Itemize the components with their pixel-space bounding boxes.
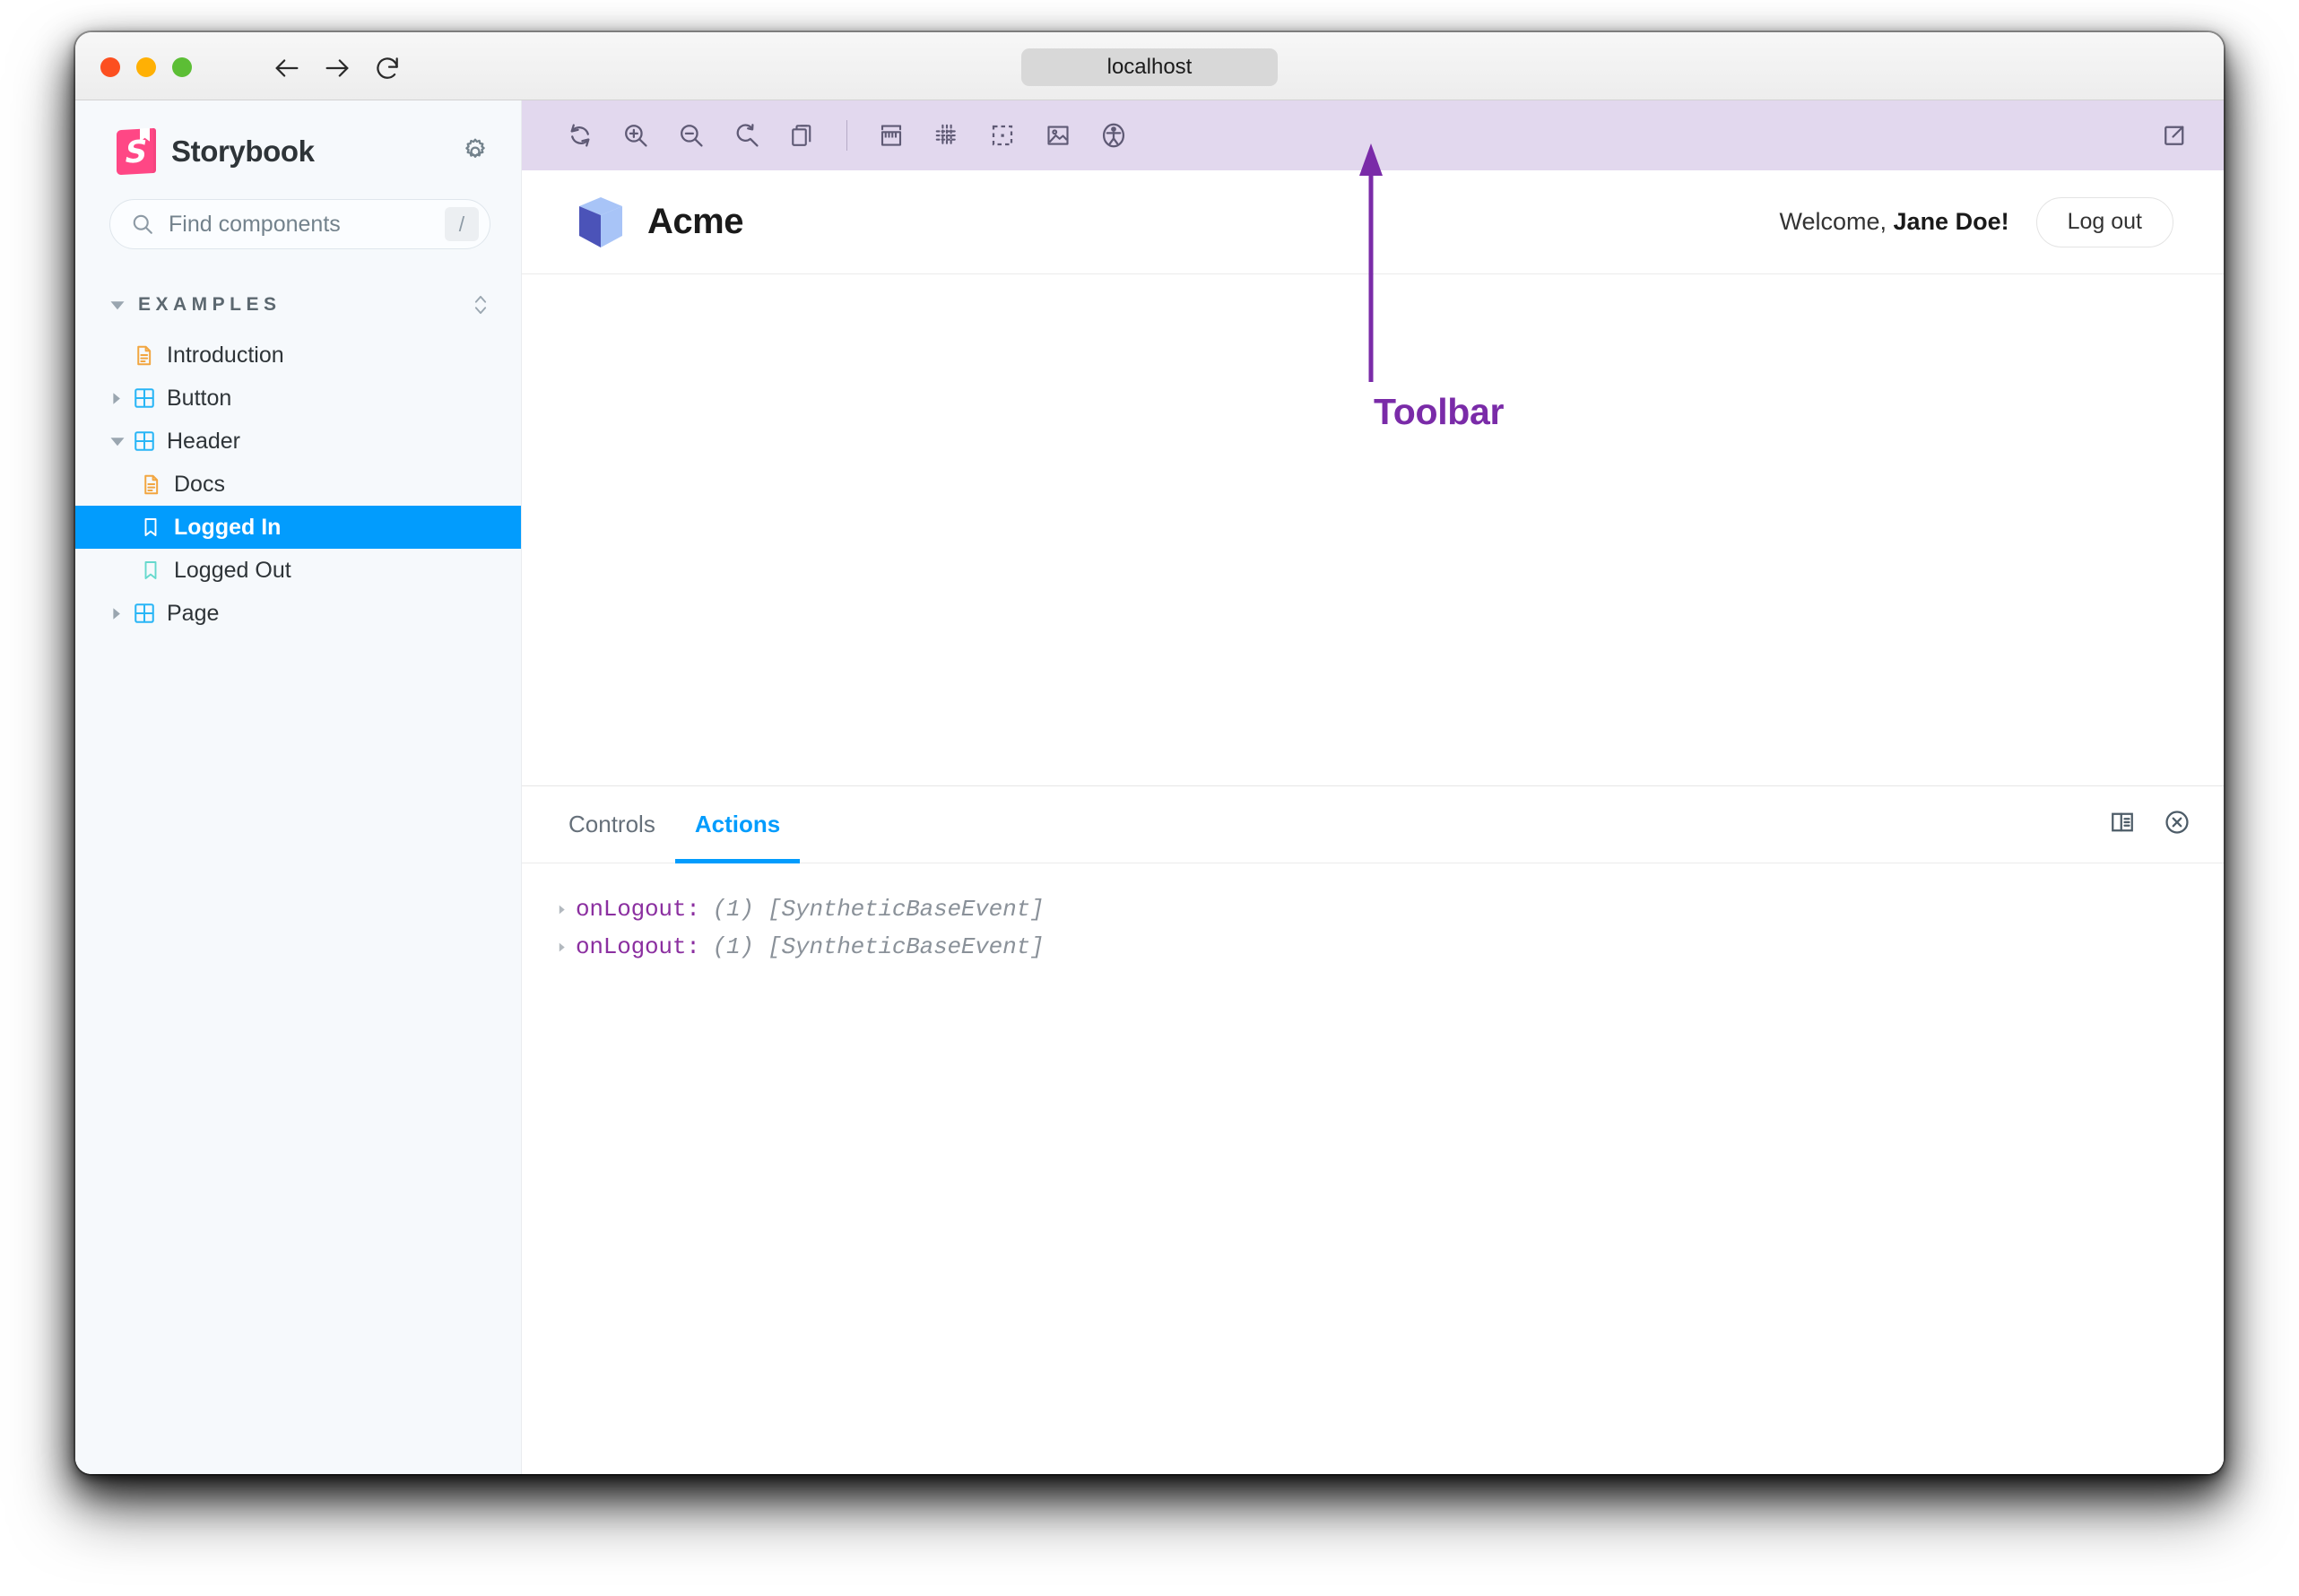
measure-icon[interactable] [863, 108, 919, 163]
traffic-lights [100, 57, 192, 77]
sidebar-item-header[interactable]: Header [75, 420, 521, 463]
zoom-reset-icon[interactable] [719, 108, 775, 163]
outline-icon[interactable] [975, 108, 1030, 163]
action-name: onLogout: [576, 896, 700, 923]
acme-brand: Acme [577, 196, 743, 248]
panel-position-icon[interactable] [2109, 809, 2136, 840]
acme-page-header: Acme Welcome, Jane Doe! Log out [522, 170, 2224, 274]
sidebar-tree: Introduction Button Header Docs Logged I… [75, 334, 521, 635]
action-name: onLogout: [576, 933, 700, 960]
sidebar-item-label: Logged In [174, 514, 282, 540]
tab-controls[interactable]: Controls [549, 786, 675, 863]
browser-nav-buttons [271, 52, 403, 84]
sidebar-item-label: Button [167, 385, 232, 411]
sidebar-item-label: Header [167, 428, 240, 454]
search-shortcut-badge: / [445, 207, 479, 241]
document-icon [133, 344, 163, 367]
address-bar[interactable]: localhost [1021, 48, 1278, 86]
sidebar-item-logged-in[interactable]: Logged In [75, 506, 521, 549]
copy-icon[interactable] [775, 108, 830, 163]
sidebar-header: S Storybook [75, 100, 521, 176]
storybook-app: S Storybook Find components / EXAMPLES I… [75, 100, 2224, 1474]
browser-chrome: localhost [75, 32, 2224, 100]
addon-panel-tools [2109, 786, 2191, 863]
sidebar-item-label: Logged Out [174, 557, 291, 583]
action-log-row[interactable]: onLogout: (1) [SyntheticBaseEvent] [522, 928, 2224, 966]
close-window-button[interactable] [100, 57, 120, 77]
search-placeholder: Find components [169, 211, 341, 237]
backgrounds-icon[interactable] [1030, 108, 1086, 163]
search-input[interactable]: Find components / [109, 199, 490, 249]
acme-title: Acme [647, 202, 743, 241]
action-log-row[interactable]: onLogout: (1) [SyntheticBaseEvent] [522, 890, 2224, 928]
addon-panel: Controls Actions onLogout: (1) [Syntheti… [522, 785, 2224, 1474]
component-icon [133, 429, 163, 453]
triangle-right-icon[interactable] [556, 904, 576, 915]
minimize-window-button[interactable] [136, 57, 156, 77]
story-canvas [522, 274, 2224, 785]
chevron-right-icon[interactable] [109, 392, 133, 405]
welcome-username: Jane Doe! [1893, 208, 2009, 235]
sidebar-group-examples[interactable]: EXAMPLES [109, 287, 490, 323]
back-button[interactable] [271, 52, 303, 84]
component-icon [133, 602, 163, 625]
document-icon [140, 473, 170, 496]
chevron-down-icon [109, 297, 126, 313]
acme-user-area: Welcome, Jane Doe! Log out [1779, 196, 2173, 247]
sidebar-item-label: Docs [174, 471, 225, 497]
sidebar-item-button[interactable]: Button [75, 377, 521, 420]
tab-actions[interactable]: Actions [674, 786, 801, 863]
sidebar-group-label: EXAMPLES [138, 294, 282, 315]
cube-logo-icon [577, 196, 624, 248]
sidebar: S Storybook Find components / EXAMPLES I… [75, 100, 522, 1474]
story-icon [140, 516, 170, 538]
open-in-new-icon[interactable] [2147, 108, 2202, 163]
accessibility-icon[interactable] [1086, 108, 1141, 163]
component-icon [133, 386, 163, 410]
toolbar-divider [846, 120, 847, 151]
browser-window: localhost S Storybook Find components / … [75, 32, 2224, 1474]
sidebar-item-page[interactable]: Page [75, 592, 521, 635]
chevron-down-icon[interactable] [109, 433, 133, 449]
action-value: (1) [SyntheticBaseEvent] [712, 933, 1045, 960]
sidebar-brand-title: Storybook [171, 134, 315, 168]
log-out-button[interactable]: Log out [2035, 196, 2173, 247]
sidebar-item-introduction[interactable]: Introduction [75, 334, 521, 377]
addon-panel-tabs: Controls Actions [522, 786, 2224, 863]
storybook-logo-icon[interactable]: S [117, 129, 156, 176]
grid-icon[interactable] [919, 108, 975, 163]
sidebar-item-docs[interactable]: Docs [75, 463, 521, 506]
close-panel-icon[interactable] [2163, 808, 2191, 841]
main-column: Acme Welcome, Jane Doe! Log out Controls… [522, 100, 2224, 1474]
zoom-in-icon[interactable] [608, 108, 664, 163]
actions-log: onLogout: (1) [SyntheticBaseEvent] onLog… [522, 863, 2224, 1474]
sidebar-item-logged-out[interactable]: Logged Out [75, 549, 521, 592]
search-icon [130, 212, 155, 237]
story-icon [140, 559, 170, 581]
sidebar-item-label: Page [167, 600, 220, 626]
forward-button[interactable] [321, 52, 353, 84]
sidebar-item-label: Introduction [167, 342, 284, 368]
preview-toolbar [522, 100, 2224, 170]
welcome-message: Welcome, Jane Doe! [1779, 208, 2008, 236]
reload-button[interactable] [371, 52, 403, 84]
welcome-prefix: Welcome, [1779, 208, 1894, 235]
action-value: (1) [SyntheticBaseEvent] [712, 896, 1045, 923]
story-preview: Acme Welcome, Jane Doe! Log out [522, 170, 2224, 785]
address-bar-text: localhost [1106, 55, 1193, 79]
sort-icon[interactable] [471, 293, 490, 317]
triangle-right-icon[interactable] [556, 941, 576, 953]
chevron-right-icon[interactable] [109, 607, 133, 620]
zoom-window-button[interactable] [172, 57, 192, 77]
gear-icon[interactable] [460, 136, 490, 167]
remount-icon[interactable] [552, 108, 608, 163]
zoom-out-icon[interactable] [664, 108, 719, 163]
